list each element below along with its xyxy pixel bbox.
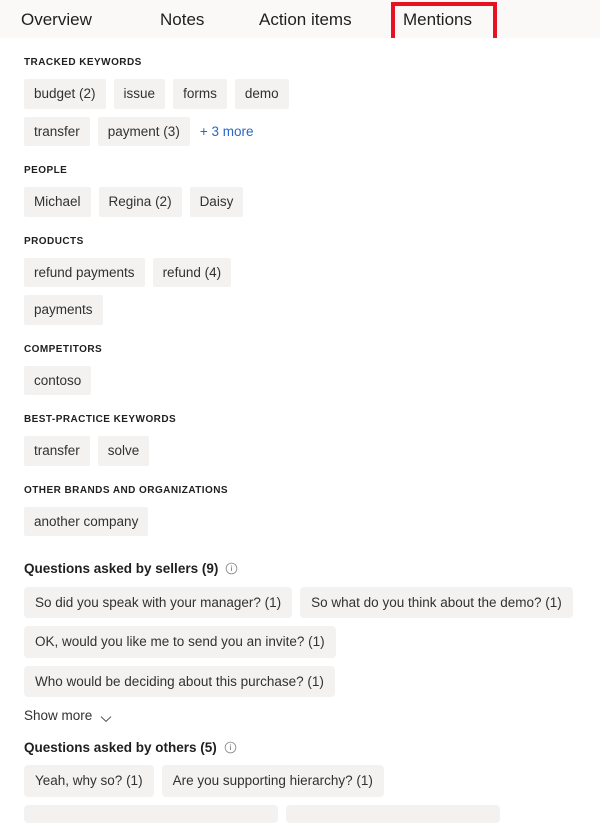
keyword-chip[interactable]: forms (173, 79, 227, 109)
show-more-questions-button[interactable]: Show more (24, 709, 600, 723)
person-chip[interactable]: Michael (24, 187, 91, 217)
chip-row: payments (24, 295, 600, 325)
info-icon[interactable] (225, 562, 238, 575)
brand-chip[interactable]: another company (24, 506, 149, 536)
section-people: PEOPLE Michael Regina (2) Daisy (0, 166, 600, 217)
person-chip[interactable]: Regina (2) (98, 187, 182, 217)
tab-overview[interactable]: Overview (21, 11, 92, 28)
tab-notes[interactable]: Notes (160, 11, 204, 28)
section-products: PRODUCTS refund payments refund (4) paym… (0, 235, 600, 325)
show-more-label: Show more (24, 708, 93, 723)
keyword-chip[interactable]: issue (113, 79, 166, 109)
chip-row: Yeah, why so? (1) Are you supporting hie… (24, 765, 600, 797)
product-chip[interactable]: refund payments (24, 257, 145, 287)
person-chip[interactable]: Daisy (189, 187, 244, 217)
question-chip[interactable]: So did you speak with your manager? (1) (24, 586, 293, 618)
section-label-products: PRODUCTS (24, 235, 84, 247)
chip-row: contoso (24, 365, 600, 395)
section-label-tracked-keywords: TRACKED KEYWORDS (24, 57, 142, 68)
chip-row: OK, would you like me to send you an inv… (24, 626, 600, 697)
question-chip[interactable]: So what do you think about the demo? (1) (300, 586, 573, 618)
chevron-down-icon (100, 712, 112, 722)
keyword-chip[interactable]: payment (3) (97, 116, 190, 146)
best-practice-chip[interactable]: transfer (24, 436, 90, 466)
best-practice-chip[interactable]: solve (97, 436, 150, 466)
chip-row: refund payments refund (4) (24, 257, 600, 287)
chip-row-clipped (24, 804, 600, 823)
product-chip[interactable]: refund (4) (152, 257, 232, 287)
question-chip[interactable]: Are you supporting hierarchy? (1) (161, 765, 384, 797)
chip-row: So did you speak with your manager? (1) … (24, 586, 600, 618)
question-chip[interactable] (24, 804, 278, 823)
section-questions-others: Questions asked by others (5) Yeah, why … (0, 739, 600, 823)
competitor-chip[interactable]: contoso (24, 365, 92, 395)
section-label-competitors: COMPETITORS (24, 343, 103, 355)
question-chip[interactable]: Yeah, why so? (1) (24, 765, 154, 797)
section-label-other-brands: OTHER BRANDS AND ORGANIZATIONS (24, 484, 229, 496)
chip-row: Michael Regina (2) Daisy (24, 187, 600, 217)
question-chip[interactable]: OK, would you like me to send you an inv… (24, 626, 336, 658)
question-chip[interactable] (286, 804, 500, 823)
questions-sellers-header: Questions asked by sellers (9) (24, 562, 600, 576)
product-chip[interactable]: payments (24, 295, 103, 325)
keyword-chip[interactable]: demo (234, 79, 289, 109)
tab-bar: Overview Notes Action items Mentions (0, 0, 600, 45)
tab-action-items[interactable]: Action items (259, 11, 352, 28)
section-competitors: COMPETITORS contoso (0, 343, 600, 395)
chip-row: transfer solve (24, 436, 600, 466)
section-tracked-keywords: TRACKED KEYWORDS budget (2) issue forms … (0, 38, 600, 146)
section-other-brands: OTHER BRANDS AND ORGANIZATIONS another c… (0, 484, 600, 536)
info-icon[interactable] (224, 741, 237, 754)
questions-sellers-title: Questions asked by sellers (9) (24, 561, 219, 576)
chip-row: budget (2) issue forms demo (24, 79, 600, 109)
tab-mentions[interactable]: Mentions (403, 11, 472, 28)
chip-row: transfer payment (3) + 3 more (24, 116, 600, 146)
question-chip[interactable]: Who would be deciding about this purchas… (24, 665, 335, 697)
section-label-best-practice-keywords: BEST-PRACTICE KEYWORDS (24, 414, 177, 425)
questions-others-header: Questions asked by others (5) (24, 739, 600, 755)
section-best-practice-keywords: BEST-PRACTICE KEYWORDS transfer solve (0, 415, 600, 466)
section-label-people: PEOPLE (24, 165, 68, 176)
questions-others-title: Questions asked by others (5) (24, 739, 217, 755)
keyword-chip[interactable]: transfer (24, 116, 90, 146)
show-more-keywords-link[interactable]: + 3 more (198, 124, 254, 139)
section-questions-sellers: Questions asked by sellers (9) So did yo… (0, 562, 600, 723)
keyword-chip[interactable]: budget (2) (24, 79, 106, 109)
chip-row: another company (24, 506, 600, 536)
mentions-panel: TRACKED KEYWORDS budget (2) issue forms … (0, 38, 600, 823)
